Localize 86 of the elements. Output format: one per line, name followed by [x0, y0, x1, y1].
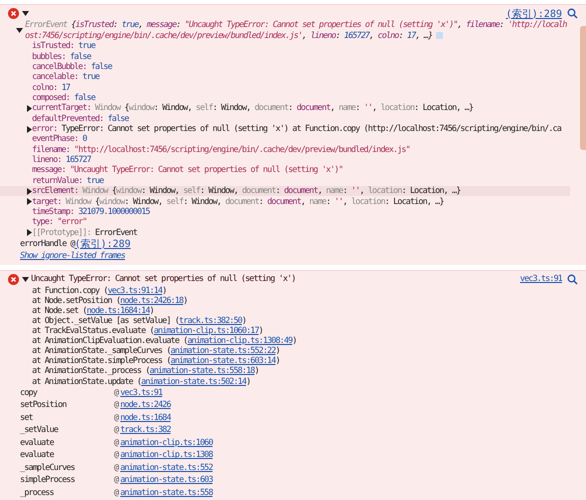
stack-frame: at AnimationClipEvaluation.evaluate (animation-clip.ts:1308:49)	[0, 336, 296, 346]
stack-frame: at AnimationState._sampleCurves (animation-state.ts:552:22)	[0, 346, 280, 356]
property-row[interactable]: type: "error"	[0, 217, 570, 228]
source-link[interactable]: node.ts:1684:14	[86, 306, 150, 316]
source-link[interactable]: vec3.ts:91	[520, 274, 562, 284]
error-text: Uncaught TypeError: Cannot set properties of null (setting 'x')	[31, 274, 296, 284]
property-row[interactable]: bubbles: false	[0, 52, 570, 62]
handler-text: errorHandle @(索引):289	[19, 238, 131, 250]
at-sign: @	[114, 475, 118, 486]
source-link[interactable]: vec3.ts:91	[120, 388, 162, 398]
property-row[interactable]: target: Window {window: Window, self: Window, document: document, name: '', location: Location, …}	[0, 196, 570, 207]
property-row[interactable]: cancelBubble: false	[0, 62, 570, 72]
function-name: setPosition	[20, 400, 68, 410]
at-sign: @	[114, 438, 118, 448]
property-row[interactable]: isTrusted: true	[0, 41, 570, 52]
collapse-triangle-icon[interactable]	[16, 27, 23, 34]
source-link[interactable]: animation-state.ts:603:14	[170, 356, 276, 366]
property-row[interactable]: returnValue: true	[0, 176, 570, 186]
source-link[interactable]: vec3.ts:91:14	[108, 286, 162, 296]
collapse-triangle-icon[interactable]	[22, 276, 29, 283]
source-link[interactable]: track.ts:382	[120, 425, 171, 436]
source-link[interactable]: animation-state.ts:552:22	[170, 346, 276, 356]
source-link[interactable]: animation-clip.ts:1060	[120, 438, 213, 448]
source-link[interactable]: node.ts:2426:18	[120, 296, 184, 306]
error-icon	[8, 8, 19, 19]
at-sign: @	[114, 400, 118, 410]
stack-frame: at AnimationState.simpleProcess (animation-state.ts:603:14)	[0, 356, 280, 366]
property-row[interactable]: eventPhase: 0	[0, 134, 570, 145]
expand-triangle-icon[interactable]	[26, 126, 33, 133]
expand-triangle-icon[interactable]	[26, 198, 33, 206]
property-row[interactable]: timeStamp: 321079.1000000015	[0, 206, 570, 218]
property-row[interactable]: message: "Uncaught TypeError: Cannot set properties of null (setting 'x')"	[0, 165, 570, 176]
source-link[interactable]: node.ts:2426	[120, 400, 171, 410]
scrollbar-thumb[interactable]	[580, 26, 586, 150]
stack-frame: at Function.copy (vec3.ts:91:14)	[0, 286, 166, 296]
object-summary: ErrorEvent {isTrusted: true, message: "Uncaught TypeError: Cannot set properties of null (setting 'x')", filename: 'http://localhost:7456/scripting/engine/bin/.cache/dev/preview/bundled/index.js', lineno: 165727, colno: 17, …}	[24, 20, 568, 42]
collapse-triangle-icon[interactable]	[22, 10, 29, 17]
source-link[interactable]: node.ts:1684	[120, 412, 171, 423]
property-row[interactable]: lineno: 165727	[0, 154, 570, 166]
expand-triangle-icon[interactable]	[26, 229, 33, 236]
function-name: evaluate	[20, 450, 55, 460]
stack-frame: at AnimationState._process (animation-state.ts:558:18)	[0, 366, 259, 377]
function-name: _sampleCurves	[20, 462, 76, 473]
at-sign: @	[114, 462, 118, 473]
search-icon	[567, 274, 578, 285]
expand-triangle-icon[interactable]	[26, 188, 33, 195]
stack-frame: at Node.setPosition (node.ts:2426:18)	[0, 296, 188, 306]
function-name: _process	[20, 488, 55, 498]
property-row[interactable]: currentTarget: Window {window: Window, self: Window, document: document, name: '', location: Location, …}	[0, 103, 570, 114]
property-row[interactable]: cancelable: true	[0, 72, 570, 83]
source-link[interactable]: animation-state.ts:558	[120, 488, 213, 498]
stack-frame: at AnimationState.update (animation-state.ts:502:14)	[0, 376, 250, 387]
function-name: _setValue	[20, 425, 60, 436]
property-row[interactable]: srcElement: Window {window: Window, self: Window, document: document, name: '', location: Location, …}	[0, 186, 570, 196]
property-row[interactable]: composed: false	[0, 92, 570, 104]
stack-frame: at TrackEvalStatus.evaluate (animation-clip.ts:1060:17)	[0, 326, 263, 336]
show-ignored-link[interactable]: Show ignore-listed frames	[20, 250, 125, 261]
error-icon	[8, 274, 19, 285]
property-row[interactable]: filename: "http://localhost:7456/scripting/engine/bin/.cache/dev/preview/bundled/index.js"	[0, 144, 570, 155]
source-link[interactable]: (索引):289	[74, 236, 131, 251]
at-sign: @	[114, 412, 118, 423]
search-icon	[567, 8, 578, 19]
source-link[interactable]: animation-clip.ts:1060:17	[154, 326, 259, 336]
function-name: evaluate	[20, 438, 55, 448]
expand-triangle-icon[interactable]	[26, 104, 33, 112]
at-sign: @	[114, 450, 118, 460]
source-link[interactable]: (索引):289	[506, 6, 562, 20]
at-sign: @	[114, 488, 118, 498]
property-row[interactable]: colno: 17	[0, 82, 570, 93]
source-link[interactable]: animation-state.ts:603	[120, 475, 213, 486]
function-name: set	[20, 412, 34, 423]
function-name: copy	[20, 388, 38, 398]
function-name: simpleProcess	[20, 475, 76, 486]
source-link[interactable]: animation-state.ts:558:18	[150, 366, 254, 376]
source-link[interactable]: animation-clip.ts:1308	[120, 450, 213, 460]
source-link[interactable]: animation-state.ts:552	[120, 462, 213, 473]
property-row[interactable]: error: TypeError: Cannot set properties of null (setting 'x') at Function.copy (http://localhost:7456/scripting/engine/bin/.ca	[0, 124, 570, 134]
at-sign: @	[114, 388, 118, 398]
source-link[interactable]: animation-state.ts:502:14	[141, 376, 246, 387]
at-sign: @	[114, 425, 118, 436]
property-row[interactable]: [[Prototype]]: ErrorEvent	[0, 227, 570, 238]
stack-frame: at Object._setValue [as setValue] (track.ts:382:50)	[0, 316, 246, 326]
source-link[interactable]: track.ts:382:50	[178, 316, 242, 326]
stack-frame: at Node.set (node.ts:1684:14)	[0, 306, 154, 316]
source-link[interactable]: animation-clip.ts:1308:49	[187, 336, 292, 346]
property-row[interactable]: defaultPrevented: false	[0, 114, 570, 124]
